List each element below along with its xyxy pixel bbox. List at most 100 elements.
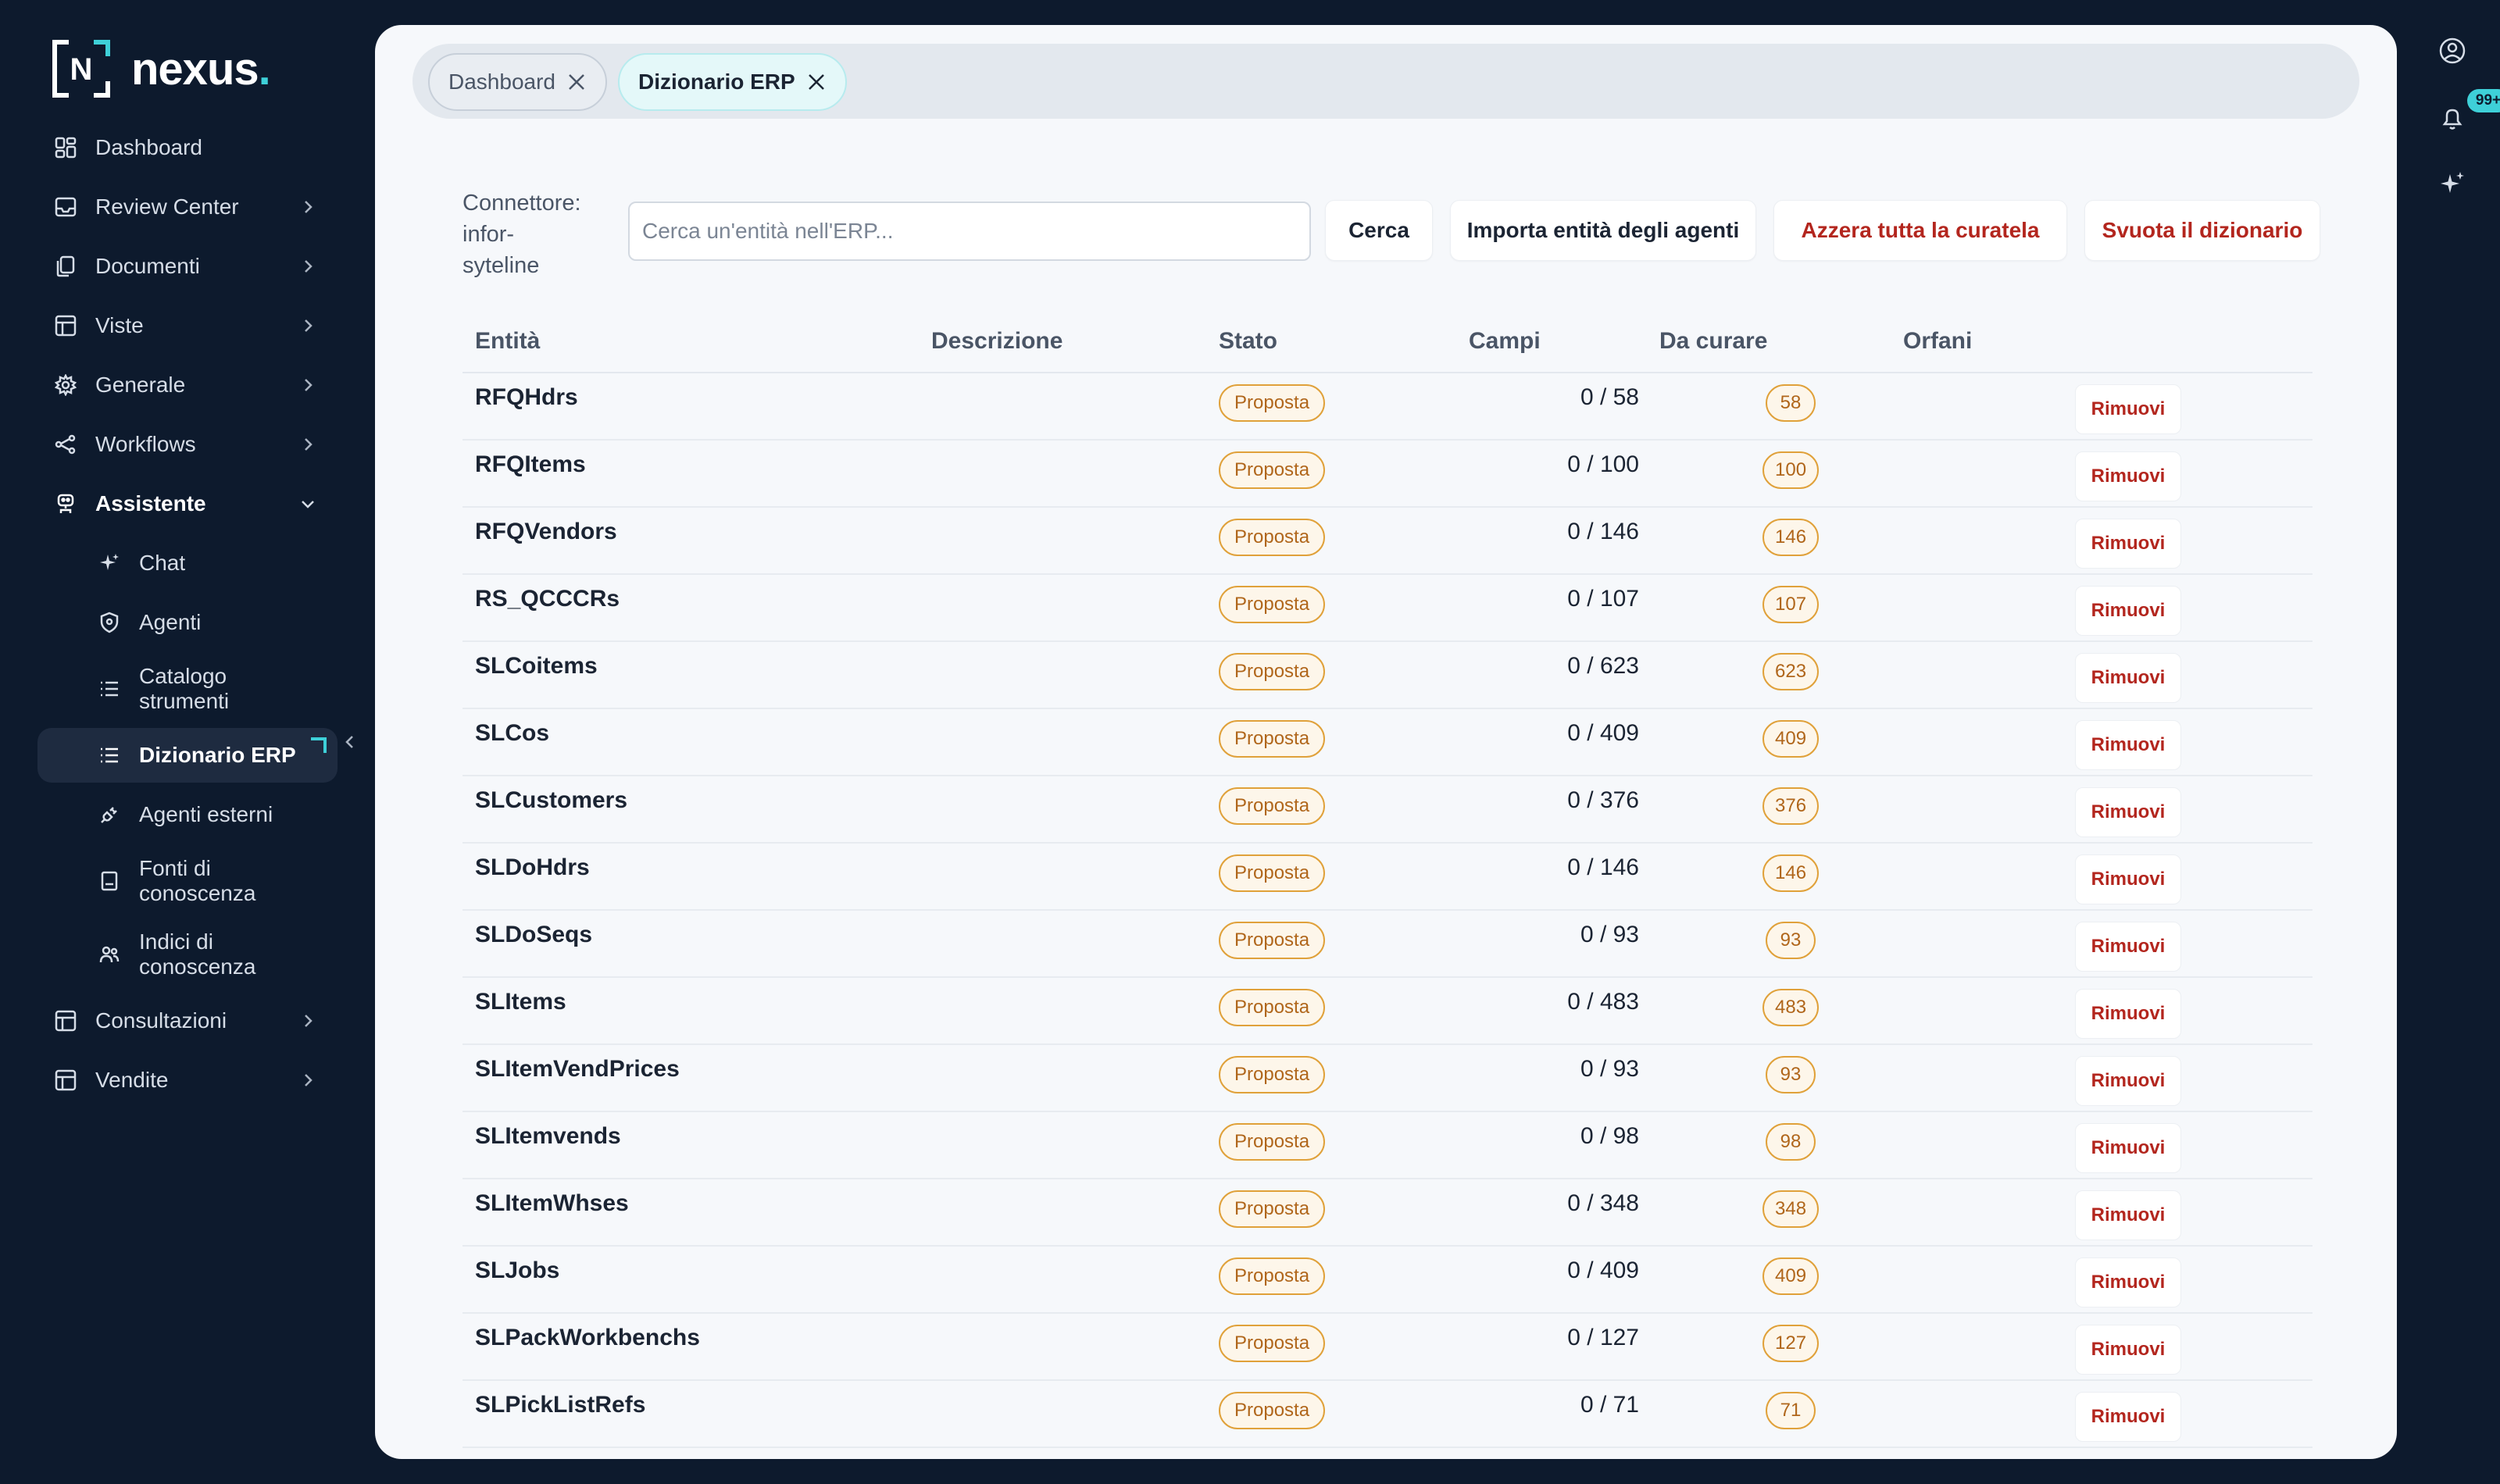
nav-item-fonti-di-conoscenza[interactable]: Fonti di conoscenza	[38, 847, 338, 915]
table-row[interactable]: RFQHdrs Proposta 0 / 58 58 Rimuovi	[462, 373, 2312, 441]
entity-search-input[interactable]	[628, 202, 1311, 261]
nav-item-indici-di-conoscenza[interactable]: Indici di conoscenza	[38, 920, 338, 989]
remove-button[interactable]: Rimuovi	[2075, 384, 2181, 434]
reset-curation-button[interactable]: Azzera tutta la curatela	[1773, 200, 2067, 261]
nav-item-agenti-esterni[interactable]: Agenti esterni	[38, 787, 338, 842]
fields-count: 0 / 98	[1580, 1123, 1639, 1149]
table-row[interactable]: SLItemVendPrices Proposta 0 / 93 93 Rimuovi	[462, 1045, 2312, 1112]
table-row[interactable]: SLPickListRefs Proposta 0 / 71 71 Rimuovi	[462, 1381, 2312, 1448]
nav-item-assistente[interactable]: Assistente	[38, 476, 338, 531]
remove-button[interactable]: Rimuovi	[2075, 1056, 2181, 1106]
table-row[interactable]: SLCos Proposta 0 / 409 409 Rimuovi	[462, 709, 2312, 776]
share-icon	[53, 432, 78, 457]
table-row[interactable]: SLPackWorkbenchs Proposta 0 / 127 127 Rimuov…	[462, 1314, 2312, 1381]
nav-item-generale[interactable]: Generale	[38, 358, 338, 412]
column-header-state[interactable]: Stato	[1219, 328, 1277, 355]
table-row[interactable]: RS_QCCCRs Proposta 0 / 107 107 Rimuovi	[462, 575, 2312, 642]
remove-button[interactable]: Rimuovi	[2075, 989, 2181, 1039]
table-row[interactable]: SLItems Proposta 0 / 483 483 Rimuovi	[462, 978, 2312, 1045]
entity-name: RS_QCCCRs	[475, 586, 620, 612]
user-profile-icon[interactable]	[2433, 31, 2472, 70]
inbox-icon	[53, 194, 78, 219]
table-row[interactable]: SLJobs Proposta 0 / 409 409 Rimuovi	[462, 1247, 2312, 1314]
close-icon[interactable]	[806, 72, 827, 92]
nav-item-vendite[interactable]: Vendite	[38, 1053, 338, 1108]
remove-button[interactable]: Rimuovi	[2075, 720, 2181, 770]
nav-item-agenti[interactable]: Agenti	[38, 595, 338, 650]
empty-dictionary-button[interactable]: Svuota il dizionario	[2084, 200, 2320, 261]
status-badge: Proposta	[1219, 1190, 1326, 1228]
nav-item-dizionario-erp[interactable]: Dizionario ERP	[38, 728, 338, 783]
remove-button[interactable]: Rimuovi	[2075, 586, 2181, 636]
nav-item-consultazioni[interactable]: Consultazioni	[38, 993, 338, 1048]
nav-label: Workflows	[95, 432, 196, 456]
list-icon	[97, 743, 122, 768]
remove-button[interactable]: Rimuovi	[2075, 653, 2181, 703]
table-row[interactable]: SLPickListsProposta0 / 106106Rimuovi	[462, 1448, 2312, 1459]
nav-item-chat[interactable]: Chat	[38, 536, 338, 590]
tab-dashboard[interactable]: Dashboard	[428, 53, 607, 111]
remove-button[interactable]: Rimuovi	[2075, 922, 2181, 972]
table-row[interactable]: SLCustomers Proposta 0 / 376 376 Rimuovi	[462, 776, 2312, 844]
nav-item-documenti[interactable]: Documenti	[38, 239, 338, 294]
column-header-description[interactable]: Descrizione	[931, 328, 1062, 355]
book-icon	[97, 869, 122, 894]
nav-label-line: strumenti	[139, 689, 230, 713]
tab-label: Dizionario ERP	[638, 70, 795, 94]
nav-item-viste[interactable]: Viste	[38, 298, 338, 353]
fields-count: 0 / 127	[1567, 1325, 1639, 1350]
status-badge: Proposta	[1219, 1392, 1326, 1429]
import-agents-entities-button[interactable]: Importa entità degli agenti	[1450, 200, 1756, 261]
table-row[interactable]: SLCoitems Proposta 0 / 623 623 Rimuovi	[462, 642, 2312, 709]
to-curate-badge: 348	[1762, 1190, 1820, 1228]
remove-button[interactable]: Rimuovi	[2075, 1392, 2181, 1442]
remove-button[interactable]: Rimuovi	[2075, 1190, 2181, 1240]
nav-item-workflows[interactable]: Workflows	[38, 417, 338, 472]
remove-button[interactable]: Rimuovi	[2075, 451, 2181, 501]
robot-icon	[53, 491, 78, 516]
remove-button[interactable]: Rimuovi	[2075, 1257, 2181, 1307]
column-header-entity[interactable]: Entità	[475, 328, 540, 355]
remove-button[interactable]: Rimuovi	[2075, 519, 2181, 569]
to-curate-badge: 409	[1762, 1257, 1820, 1295]
nav-item-dashboard[interactable]: Dashboard	[38, 120, 338, 175]
entity-name: SLPickListRefs	[475, 1392, 646, 1418]
status-badge: Proposta	[1219, 1325, 1326, 1362]
to-curate-badge: 483	[1762, 989, 1820, 1026]
nav-label: Consultazioni	[95, 1008, 227, 1033]
nav-item-review-center[interactable]: Review Center	[38, 180, 338, 234]
column-header-orphans[interactable]: Orfani	[1903, 328, 1972, 355]
table-row[interactable]: RFQVendors Proposta 0 / 146 146 Rimuovi	[462, 508, 2312, 575]
fields-count: 0 / 58	[1580, 384, 1639, 410]
status-badge: Proposta	[1219, 586, 1326, 623]
entity-name: SLItemvends	[475, 1123, 621, 1149]
table-row[interactable]: SLDoHdrs Proposta 0 / 146 146 Rimuovi	[462, 844, 2312, 911]
fields-count: 0 / 100	[1567, 451, 1639, 477]
close-icon[interactable]	[566, 72, 587, 92]
table-row[interactable]: SLItemWhses Proposta 0 / 348 348 Rimuovi	[462, 1179, 2312, 1247]
tab-bar: Dashboard Dizionario ERP	[412, 44, 2359, 119]
fields-count: 0 / 146	[1567, 519, 1639, 544]
table-row[interactable]: RFQItems Proposta 0 / 100 100 Rimuovi	[462, 441, 2312, 508]
ai-sparkle-icon[interactable]	[2433, 164, 2472, 203]
column-header-fields[interactable]: Campi	[1469, 328, 1541, 355]
chevron-right-icon	[298, 434, 317, 453]
tab-dizionario-erp[interactable]: Dizionario ERP	[617, 53, 847, 111]
remove-button[interactable]: Rimuovi	[2075, 1325, 2181, 1375]
to-curate-badge: 98	[1766, 1123, 1816, 1161]
remove-button[interactable]: Rimuovi	[2075, 854, 2181, 904]
logo[interactable]: N nexus.	[50, 37, 271, 100]
column-header-to-curate[interactable]: Da curare	[1659, 328, 1767, 355]
table-row[interactable]: SLDoSeqs Proposta 0 / 93 93 Rimuovi	[462, 911, 2312, 978]
remove-button[interactable]: Rimuovi	[2075, 1123, 2181, 1173]
nav-label-line: conoscenza	[139, 881, 256, 905]
table-row[interactable]: SLItemvends Proposta 0 / 98 98 Rimuovi	[462, 1112, 2312, 1179]
notifications-bell-icon[interactable]: 99+	[2433, 89, 2500, 137]
search-button[interactable]: Cerca	[1325, 200, 1433, 261]
fields-count: 0 / 71	[1580, 1392, 1639, 1418]
table-header: Entità Descrizione Stato Campi Da curare…	[462, 305, 2312, 373]
nav-item-catalogo-strumenti[interactable]: Catalogo strumenti	[38, 655, 338, 723]
nav-label: Dashboard	[95, 135, 202, 159]
collapse-sidebar-icon[interactable]	[341, 733, 359, 751]
remove-button[interactable]: Rimuovi	[2075, 787, 2181, 837]
